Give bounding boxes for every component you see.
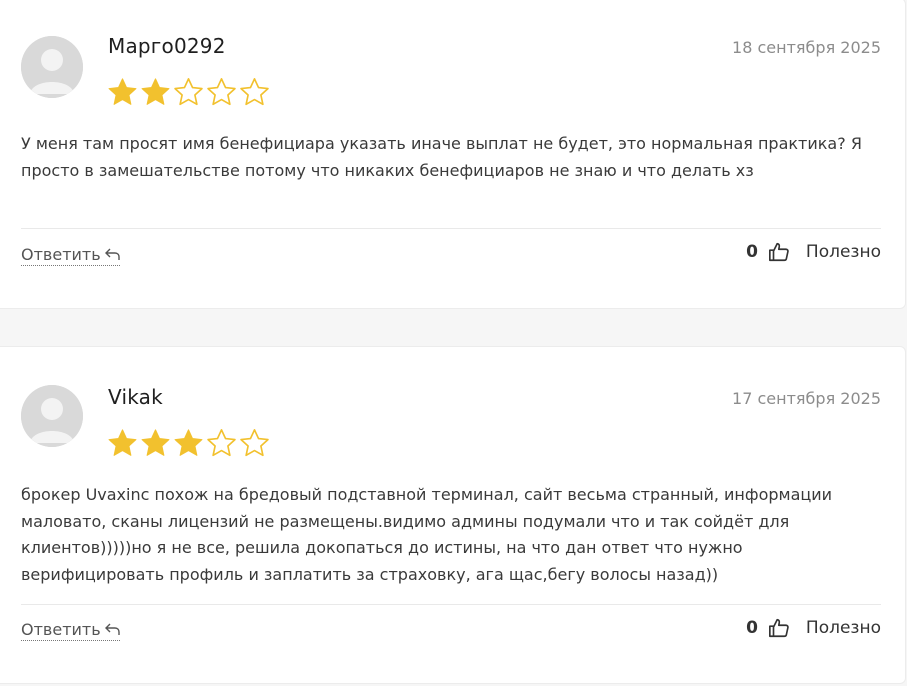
star-empty-icon: [206, 77, 237, 106]
divider: [21, 228, 881, 229]
review-date: 17 сентября 2025: [732, 389, 881, 408]
user-avatar-icon: [21, 36, 83, 98]
thumbs-up-icon[interactable]: [768, 617, 790, 639]
star-empty-icon: [239, 428, 270, 457]
like-count: 0: [746, 618, 758, 638]
review-text: У меня там просят имя бенефициара указат…: [21, 134, 862, 180]
star-empty-icon: [239, 77, 270, 106]
review-card: Vikak 17 сентября 2025 брокер Uvaxinc по…: [0, 346, 906, 684]
useful-label: Полезно: [805, 242, 881, 262]
reply-label: Ответить: [21, 245, 101, 264]
star-filled-icon: [140, 428, 171, 457]
review-author: Vikak: [108, 385, 163, 409]
likes-block: 0 Полезно: [746, 617, 881, 639]
star-filled-icon: [140, 77, 171, 106]
user-avatar-icon: [21, 385, 83, 447]
star-filled-icon: [107, 428, 138, 457]
reply-button[interactable]: Ответить: [21, 620, 120, 641]
star-empty-icon: [173, 77, 204, 106]
reply-arrow-icon: [104, 248, 120, 261]
thumbs-up-icon[interactable]: [768, 241, 790, 263]
review-date: 18 сентября 2025: [732, 38, 881, 57]
review-author: Марго0292: [108, 34, 226, 58]
like-count: 0: [746, 242, 758, 262]
star-empty-icon: [206, 428, 237, 457]
avatar: [21, 36, 83, 98]
likes-block: 0 Полезно: [746, 241, 881, 263]
review-card: Марго0292 18 сентября 2025 У меня там пр…: [0, 0, 906, 309]
divider: [21, 604, 881, 605]
avatar: [21, 385, 83, 447]
star-rating: [107, 77, 270, 106]
review-text: брокер Uvaxinc похож на бредовый подстав…: [21, 485, 833, 584]
star-filled-icon: [107, 77, 138, 106]
reply-button[interactable]: Ответить: [21, 245, 120, 266]
star-rating: [107, 428, 270, 457]
useful-label: Полезно: [805, 618, 881, 638]
reply-label: Ответить: [21, 620, 101, 639]
reply-arrow-icon: [104, 623, 120, 636]
star-filled-icon: [173, 428, 204, 457]
